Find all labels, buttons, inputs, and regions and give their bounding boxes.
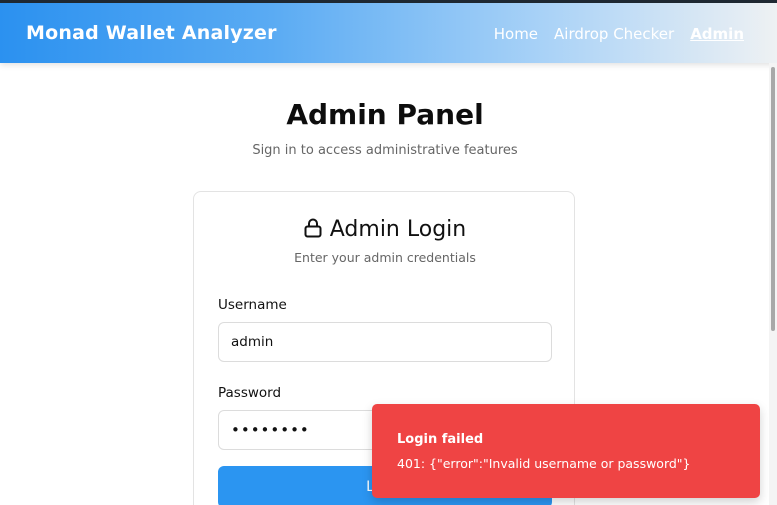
navbar: Monad Wallet Analyzer Home Airdrop Check…	[0, 3, 777, 63]
card-title: Admin Login	[194, 217, 576, 244]
scrollbar-thumb[interactable]	[771, 67, 775, 331]
password-label: Password	[218, 385, 282, 401]
page: Monad Wallet Analyzer Home Airdrop Check…	[0, 0, 777, 505]
card-title-text: Admin Login	[329, 217, 467, 242]
nav-link-airdrop-checker[interactable]: Airdrop Checker	[554, 25, 674, 43]
username-input[interactable]: admin	[218, 322, 552, 362]
brand-title[interactable]: Monad Wallet Analyzer	[26, 22, 277, 44]
toast-title: Login failed	[397, 432, 484, 447]
nav-link-admin[interactable]: Admin	[690, 25, 744, 43]
scrollbar[interactable]	[769, 63, 777, 505]
page-subtitle: Sign in to access administrative feature…	[252, 143, 518, 158]
card-subtitle: Enter your admin credentials	[294, 250, 476, 265]
error-toast[interactable]: Login failed 401: {"error":"Invalid user…	[372, 404, 760, 498]
lock-icon	[304, 218, 322, 244]
nav-links: Home Airdrop Checker Admin	[494, 25, 744, 43]
nav-link-home[interactable]: Home	[494, 25, 538, 43]
username-label: Username	[218, 297, 287, 313]
page-title: Admin Panel	[286, 98, 484, 131]
toast-message: 401: {"error":"Invalid username or passw…	[397, 456, 691, 471]
